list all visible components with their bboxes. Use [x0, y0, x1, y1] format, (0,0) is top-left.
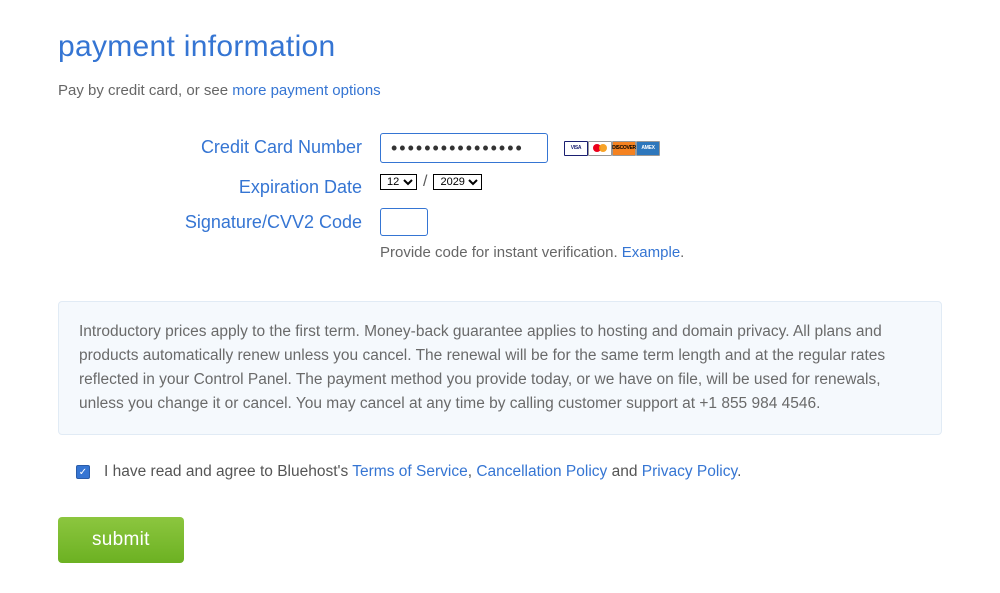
exp-separator: /	[423, 173, 427, 191]
cvv-input[interactable]	[380, 208, 428, 236]
agree-text: I have read and agree to Bluehost's Term…	[104, 463, 741, 481]
cvv-row: Signature/CVV2 Code Provide code for ins…	[58, 208, 942, 261]
cancellation-link[interactable]: Cancellation Policy	[476, 463, 607, 480]
cvv-help: Provide code for instant verification. E…	[380, 244, 732, 261]
exp-row: Expiration Date 12 / 2029	[58, 173, 942, 198]
tos-link[interactable]: Terms of Service	[352, 463, 467, 480]
accepted-cards: VISA DISCOVER AMEX	[564, 141, 660, 156]
privacy-link[interactable]: Privacy Policy	[642, 463, 737, 480]
cc-label: Credit Card Number	[58, 133, 380, 158]
mastercard-icon	[588, 141, 612, 156]
cvv-example-link[interactable]: Example	[622, 244, 680, 261]
payment-form: Credit Card Number VISA DISCOVER AMEX Ex…	[58, 133, 942, 261]
agree-prefix: I have read and agree to Bluehost's	[104, 463, 352, 480]
cc-row: Credit Card Number VISA DISCOVER AMEX	[58, 133, 942, 163]
exp-month-select[interactable]: 12	[380, 174, 417, 190]
more-payment-options-link[interactable]: more payment options	[232, 82, 380, 99]
agree-row: ✓ I have read and agree to Bluehost's Te…	[76, 463, 942, 481]
visa-icon: VISA	[564, 141, 588, 156]
exp-year-select[interactable]: 2029	[433, 174, 482, 190]
cvv-help-text: Provide code for instant verification.	[380, 244, 622, 261]
pricing-notice: Introductory prices apply to the first t…	[58, 301, 942, 435]
intro-prefix: Pay by credit card, or see	[58, 82, 232, 99]
cc-input[interactable]	[380, 133, 548, 163]
intro-text: Pay by credit card, or see more payment …	[58, 82, 942, 99]
page-title: payment information	[58, 30, 942, 64]
amex-icon: AMEX	[636, 141, 660, 156]
cvv-help-suffix: .	[680, 244, 684, 261]
cvv-label: Signature/CVV2 Code	[58, 208, 380, 233]
exp-label: Expiration Date	[58, 173, 380, 198]
discover-icon: DISCOVER	[612, 141, 636, 156]
agree-checkbox[interactable]: ✓	[76, 465, 90, 479]
submit-button[interactable]: submit	[58, 517, 184, 563]
